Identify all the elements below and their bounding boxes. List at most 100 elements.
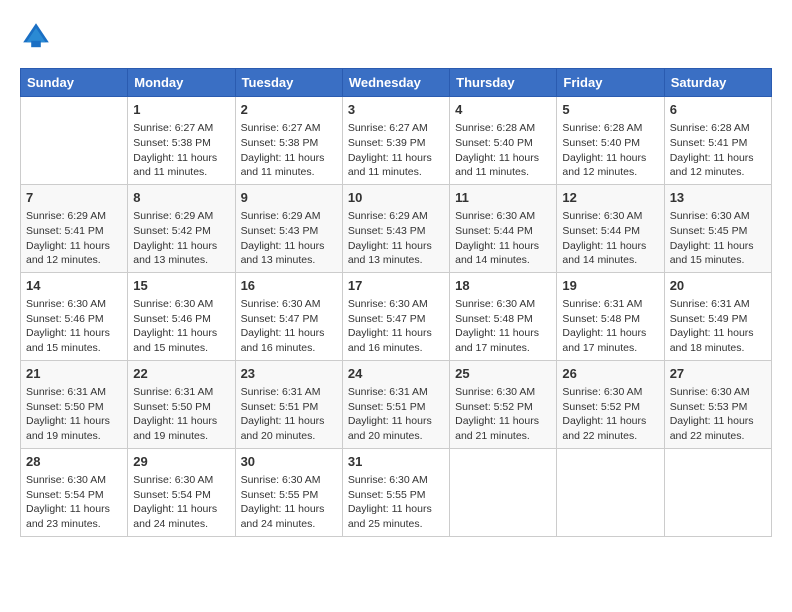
day-info: Sunrise: 6:28 AMSunset: 5:41 PMDaylight:… <box>670 121 766 180</box>
logo-icon <box>20 20 52 52</box>
week-row-4: 21 Sunrise: 6:31 AMSunset: 5:50 PMDayligh… <box>21 360 772 448</box>
day-cell: 14 Sunrise: 6:30 AMSunset: 5:46 PMDayligh… <box>21 272 128 360</box>
day-info: Sunrise: 6:30 AMSunset: 5:54 PMDaylight:… <box>26 473 122 532</box>
day-cell <box>450 448 557 536</box>
day-number: 19 <box>562 277 658 295</box>
day-cell: 19 Sunrise: 6:31 AMSunset: 5:48 PMDayligh… <box>557 272 664 360</box>
day-cell <box>664 448 771 536</box>
week-row-1: 1 Sunrise: 6:27 AMSunset: 5:38 PMDaylight… <box>21 97 772 185</box>
day-info: Sunrise: 6:29 AMSunset: 5:41 PMDaylight:… <box>26 209 122 268</box>
header-row: SundayMondayTuesdayWednesdayThursdayFrid… <box>21 69 772 97</box>
day-info: Sunrise: 6:30 AMSunset: 5:46 PMDaylight:… <box>133 297 229 356</box>
day-info: Sunrise: 6:30 AMSunset: 5:55 PMDaylight:… <box>241 473 337 532</box>
day-info: Sunrise: 6:30 AMSunset: 5:46 PMDaylight:… <box>26 297 122 356</box>
day-cell: 22 Sunrise: 6:31 AMSunset: 5:50 PMDayligh… <box>128 360 235 448</box>
day-cell: 3 Sunrise: 6:27 AMSunset: 5:39 PMDaylight… <box>342 97 449 185</box>
day-info: Sunrise: 6:29 AMSunset: 5:43 PMDaylight:… <box>241 209 337 268</box>
logo <box>20 20 58 52</box>
day-number: 21 <box>26 365 122 383</box>
day-info: Sunrise: 6:30 AMSunset: 5:44 PMDaylight:… <box>455 209 551 268</box>
day-number: 23 <box>241 365 337 383</box>
day-cell: 8 Sunrise: 6:29 AMSunset: 5:42 PMDaylight… <box>128 184 235 272</box>
day-cell <box>21 97 128 185</box>
day-number: 25 <box>455 365 551 383</box>
day-number: 13 <box>670 189 766 207</box>
day-cell: 12Sunrise: 6:30 AMSunset: 5:44 PMDayligh… <box>557 184 664 272</box>
day-cell: 4Sunrise: 6:28 AMSunset: 5:40 PMDaylight… <box>450 97 557 185</box>
day-number: 8 <box>133 189 229 207</box>
day-cell: 17Sunrise: 6:30 AMSunset: 5:47 PMDayligh… <box>342 272 449 360</box>
day-info: Sunrise: 6:29 AMSunset: 5:42 PMDaylight:… <box>133 209 229 268</box>
day-number: 16 <box>241 277 337 295</box>
day-number: 6 <box>670 101 766 119</box>
day-cell: 30Sunrise: 6:30 AMSunset: 5:55 PMDayligh… <box>235 448 342 536</box>
week-row-3: 14 Sunrise: 6:30 AMSunset: 5:46 PMDayligh… <box>21 272 772 360</box>
day-info: Sunrise: 6:30 AMSunset: 5:52 PMDaylight:… <box>455 385 551 444</box>
day-number: 24 <box>348 365 444 383</box>
column-header-saturday: Saturday <box>664 69 771 97</box>
day-info: Sunrise: 6:30 AMSunset: 5:47 PMDaylight:… <box>241 297 337 356</box>
day-info: Sunrise: 6:27 AMSunset: 5:39 PMDaylight:… <box>348 121 444 180</box>
day-cell: 9 Sunrise: 6:29 AMSunset: 5:43 PMDaylight… <box>235 184 342 272</box>
day-info: Sunrise: 6:27 AMSunset: 5:38 PMDaylight:… <box>241 121 337 180</box>
day-info: Sunrise: 6:28 AMSunset: 5:40 PMDaylight:… <box>455 121 551 180</box>
day-info: Sunrise: 6:27 AMSunset: 5:38 PMDaylight:… <box>133 121 229 180</box>
day-info: Sunrise: 6:30 AMSunset: 5:45 PMDaylight:… <box>670 209 766 268</box>
day-number: 31 <box>348 453 444 471</box>
day-number: 14 <box>26 277 122 295</box>
day-cell: 6 Sunrise: 6:28 AMSunset: 5:41 PMDaylight… <box>664 97 771 185</box>
week-row-2: 7 Sunrise: 6:29 AMSunset: 5:41 PMDaylight… <box>21 184 772 272</box>
day-cell: 31 Sunrise: 6:30 AMSunset: 5:55 PMDayligh… <box>342 448 449 536</box>
day-number: 22 <box>133 365 229 383</box>
day-number: 1 <box>133 101 229 119</box>
day-cell: 2 Sunrise: 6:27 AMSunset: 5:38 PMDaylight… <box>235 97 342 185</box>
day-number: 5 <box>562 101 658 119</box>
column-header-friday: Friday <box>557 69 664 97</box>
day-cell: 5 Sunrise: 6:28 AMSunset: 5:40 PMDaylight… <box>557 97 664 185</box>
day-number: 7 <box>26 189 122 207</box>
header <box>20 20 772 52</box>
day-info: Sunrise: 6:31 AMSunset: 5:50 PMDaylight:… <box>26 385 122 444</box>
day-cell: 29Sunrise: 6:30 AMSunset: 5:54 PMDayligh… <box>128 448 235 536</box>
day-cell: 28 Sunrise: 6:30 AMSunset: 5:54 PMDayligh… <box>21 448 128 536</box>
day-cell: 25 Sunrise: 6:30 AMSunset: 5:52 PMDayligh… <box>450 360 557 448</box>
day-info: Sunrise: 6:31 AMSunset: 5:48 PMDaylight:… <box>562 297 658 356</box>
day-info: Sunrise: 6:31 AMSunset: 5:51 PMDaylight:… <box>348 385 444 444</box>
day-cell: 1 Sunrise: 6:27 AMSunset: 5:38 PMDaylight… <box>128 97 235 185</box>
day-cell: 21 Sunrise: 6:31 AMSunset: 5:50 PMDayligh… <box>21 360 128 448</box>
day-info: Sunrise: 6:30 AMSunset: 5:55 PMDaylight:… <box>348 473 444 532</box>
column-header-monday: Monday <box>128 69 235 97</box>
day-info: Sunrise: 6:31 AMSunset: 5:50 PMDaylight:… <box>133 385 229 444</box>
day-number: 28 <box>26 453 122 471</box>
day-cell: 23Sunrise: 6:31 AMSunset: 5:51 PMDayligh… <box>235 360 342 448</box>
day-cell: 26 Sunrise: 6:30 AMSunset: 5:52 PMDayligh… <box>557 360 664 448</box>
day-cell: 15 Sunrise: 6:30 AMSunset: 5:46 PMDayligh… <box>128 272 235 360</box>
calendar-table: SundayMondayTuesdayWednesdayThursdayFrid… <box>20 68 772 537</box>
day-number: 2 <box>241 101 337 119</box>
day-number: 9 <box>241 189 337 207</box>
day-info: Sunrise: 6:30 AMSunset: 5:44 PMDaylight:… <box>562 209 658 268</box>
day-info: Sunrise: 6:30 AMSunset: 5:54 PMDaylight:… <box>133 473 229 532</box>
column-header-sunday: Sunday <box>21 69 128 97</box>
day-number: 26 <box>562 365 658 383</box>
column-header-thursday: Thursday <box>450 69 557 97</box>
day-cell: 13 Sunrise: 6:30 AMSunset: 5:45 PMDayligh… <box>664 184 771 272</box>
day-number: 15 <box>133 277 229 295</box>
day-info: Sunrise: 6:28 AMSunset: 5:40 PMDaylight:… <box>562 121 658 180</box>
day-cell: 20 Sunrise: 6:31 AMSunset: 5:49 PMDayligh… <box>664 272 771 360</box>
column-header-tuesday: Tuesday <box>235 69 342 97</box>
day-info: Sunrise: 6:31 AMSunset: 5:49 PMDaylight:… <box>670 297 766 356</box>
day-info: Sunrise: 6:30 AMSunset: 5:52 PMDaylight:… <box>562 385 658 444</box>
day-number: 27 <box>670 365 766 383</box>
day-cell: 24 Sunrise: 6:31 AMSunset: 5:51 PMDayligh… <box>342 360 449 448</box>
day-info: Sunrise: 6:30 AMSunset: 5:48 PMDaylight:… <box>455 297 551 356</box>
day-cell: 18 Sunrise: 6:30 AMSunset: 5:48 PMDayligh… <box>450 272 557 360</box>
day-number: 20 <box>670 277 766 295</box>
column-header-wednesday: Wednesday <box>342 69 449 97</box>
day-cell: 16 Sunrise: 6:30 AMSunset: 5:47 PMDayligh… <box>235 272 342 360</box>
day-number: 18 <box>455 277 551 295</box>
day-number: 3 <box>348 101 444 119</box>
day-cell: 7 Sunrise: 6:29 AMSunset: 5:41 PMDaylight… <box>21 184 128 272</box>
day-cell: 11Sunrise: 6:30 AMSunset: 5:44 PMDayligh… <box>450 184 557 272</box>
day-number: 17 <box>348 277 444 295</box>
